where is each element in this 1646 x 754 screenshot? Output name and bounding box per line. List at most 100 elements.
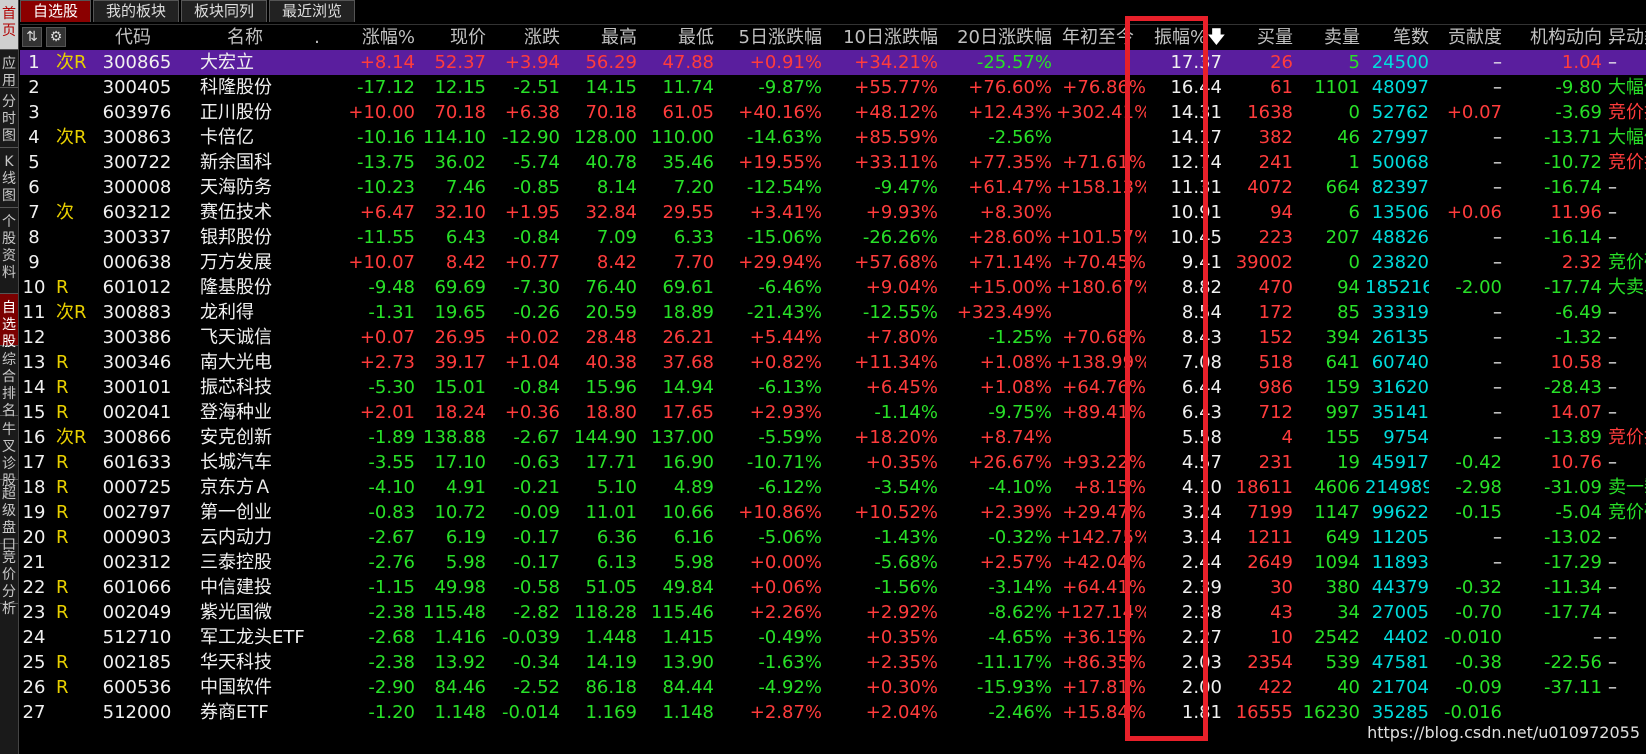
table-row[interactable]: 27 512000 券商ETF -1.20 1.148 -0.014 1.169 1.148 +… [20,700,1646,725]
cell-d10: +85.59% [854,127,938,148]
cell-deals: 33319 [1371,302,1429,323]
cell-chg: -12.90 [501,127,560,148]
cell-name: 大宏立 [200,52,254,73]
table-row[interactable]: 24 512710 军工龙头ETF -2.68 1.416 -0.039 1.448 1.41… [20,625,1646,650]
tab-self-selected[interactable]: 自选股 [20,0,92,22]
col-alert[interactable]: 异动类 [1608,25,1646,50]
left-tab-7[interactable]: 牛叉诊股 [0,416,18,489]
col-contrib[interactable]: 贡献度 [1432,25,1502,50]
cell-inst: -37.11 [1543,677,1602,698]
table-row[interactable]: 13 R 300346 南大光电 +2.73 39.17 +1.04 40.38 37.68 +0… [20,350,1646,375]
cell-d20: -0.32% [988,527,1052,548]
cell-amp: 2.27 [1181,627,1222,648]
col-change[interactable]: 涨跌 [490,25,560,50]
table-row[interactable]: 10 R 601012 隆基股份 -9.48 69.69 -7.30 76.40 69.61 -6… [20,275,1646,300]
col-price[interactable]: 现价 [420,25,486,50]
cell-deals: 47581 [1371,652,1429,673]
cell-d5: +2.87% [749,702,822,723]
col-sell-vol[interactable]: 卖量 [1298,25,1360,50]
cell-buy: 16555 [1235,702,1293,723]
left-tab-1[interactable]: 应用 [0,50,18,89]
col-amplitude[interactable]: 振幅%🡇 [1154,25,1230,50]
cell-d5: +2.26% [749,602,822,623]
cell-code: 000903 [102,527,172,548]
table-row[interactable]: 16 次R 300866 安克创新 -1.89 138.88 -2.67 144.90 137.… [20,425,1646,450]
col-high[interactable]: 最高 [565,25,637,50]
left-tab-3[interactable]: K线图 [0,148,18,208]
left-tab-0[interactable]: 首页 [0,0,18,50]
left-tab-6[interactable]: 综合排名 [0,346,18,419]
col-pct[interactable]: 涨幅% [335,25,415,50]
cell-pct: +10.07 [348,252,415,273]
col-5d[interactable]: 5日涨跌幅 [718,25,822,50]
cell-d10: -1.43% [874,527,938,548]
col-low[interactable]: 最低 [642,25,714,50]
tab-recent[interactable]: 最近浏览 [269,0,356,22]
cell-amp: 2.39 [1181,577,1222,598]
table-row[interactable]: 22 R 601066 中信建投 -1.15 49.98 -0.58 51.05 49.84 +0… [20,575,1646,600]
cell-buy: 382 [1258,127,1293,148]
col-20d[interactable]: 20日涨跌幅 [942,25,1052,50]
col-deals[interactable]: 笔数 [1365,25,1429,50]
left-tab-2[interactable]: 分时图 [0,88,18,148]
table-row[interactable]: 26 R 600536 中国软件 -2.90 84.46 -2.52 86.18 84.44 -4… [20,675,1646,700]
table-row[interactable]: 2 300405 科隆股份 -17.12 12.15 -2.51 14.15 11.74 -9.… [20,75,1646,100]
table-row[interactable]: 5 300722 新余国科 -13.75 36.02 -5.74 40.78 35.46 +19… [20,150,1646,175]
table-row[interactable]: 17 R 601633 长城汽车 -3.55 17.10 -0.63 17.71 16.90 -1… [20,450,1646,475]
cell-chg: -0.84 [513,377,560,398]
cell-no: 9 [28,252,40,273]
cell-deals: 23820 [1371,252,1429,273]
cell-code: 603976 [102,102,172,123]
left-tab-8[interactable]: 超级盘口 [0,480,18,553]
table-row[interactable]: 23 R 002049 紫光国微 -2.38 115.48 -2.82 118.28 115.4… [20,600,1646,625]
cell-flag: 次R [56,52,87,73]
cell-d20: +8.30% [979,202,1052,223]
cell-alert: 卖一黏 [1608,477,1646,498]
cell-low: 10.66 [662,502,714,523]
col-inst[interactable]: 机构动向 [1506,25,1602,50]
left-tab-9[interactable]: 竞价分析 [0,544,18,617]
cell-no: 7 [28,202,40,223]
cell-deals: 11893 [1371,552,1429,573]
table-row[interactable]: 18 R 000725 京东方Ａ -4.10 4.91 -0.21 5.10 4.89 -6.12… [20,475,1646,500]
table-row[interactable]: 25 R 002185 华天科技 -2.38 13.92 -0.34 14.19 13.90 -1… [20,650,1646,675]
table-row[interactable]: 21 002312 三泰控股 -2.76 5.98 -0.17 6.13 5.98 +0.00%… [20,550,1646,575]
table-row[interactable]: 12 300386 飞天诚信 +0.07 26.95 +0.02 28.48 26.21 +5.… [20,325,1646,350]
left-tab-5[interactable]: 自选股 [0,294,18,350]
col-name[interactable]: 名称 [195,25,295,50]
table-row[interactable]: 8 300337 银邦股份 -11.55 6.43 -0.84 7.09 6.33 -15.06… [20,225,1646,250]
cell-price: 7.46 [445,177,486,198]
left-tab-4[interactable]: 个股资料 [0,208,18,294]
table-row[interactable]: 20 R 000903 云内动力 -2.67 6.19 -0.17 6.36 6.16 -5.06… [20,525,1646,550]
col-10d[interactable]: 10日涨跌幅 [826,25,938,50]
tab-sector-peers[interactable]: 板块同列 [181,0,268,22]
tab-my-sectors[interactable]: 我的板块 [93,0,180,22]
cell-chg: +1.04 [504,352,560,373]
cell-d20: +8.74% [979,427,1052,448]
col-buy-vol[interactable]: 买量 [1235,25,1293,50]
table-row[interactable]: 7 次 603212 赛伍技术 +6.47 32.10 +1.95 32.84 29.55 +3.… [20,200,1646,225]
gear-icon[interactable]: ⚙ [46,27,66,47]
table-row[interactable]: 19 R 002797 第一创业 -0.83 10.72 -0.09 11.01 10.66 +1… [20,500,1646,525]
cell-inst: -22.56 [1543,652,1602,673]
col-ytd[interactable]: 年初至今 [1062,25,1146,50]
cell-low: 16.90 [662,452,714,473]
table-row[interactable]: 3 603976 正川股份 +10.00 70.18 +6.38 70.18 61.05 +40… [20,100,1646,125]
cell-flag [56,225,92,250]
table-row[interactable]: 6 300008 天海防务 -10.23 7.46 -0.85 8.14 7.20 -12.54… [20,175,1646,200]
cell-high: 20.59 [585,302,637,323]
cell-inst: -31.09 [1543,477,1602,498]
cell-alert: – [1608,552,1617,573]
cell-d10: +0.30% [865,677,938,698]
table-row[interactable]: 9 000638 万方发展 +10.07 8.42 +0.77 8.42 7.70 +29.94… [20,250,1646,275]
col-code[interactable]: 代码 [98,25,168,50]
table-row[interactable]: 11 次R 300883 龙利得 -1.31 19.65 -0.26 20.59 18.89 -2… [20,300,1646,325]
table-row[interactable]: 1 次R 300865 大宏立 +8.14 52.37 +3.94 56.29 47.88 +0.… [20,50,1646,75]
table-row[interactable]: 4 次R 300863 卡倍亿 -10.16 114.10 -12.90 128.00 110.… [20,125,1646,150]
table-row[interactable]: 15 R 002041 登海种业 +2.01 18.24 +0.36 18.80 17.65 +2… [20,400,1646,425]
cell-inst: -13.89 [1543,427,1602,448]
sort-icon[interactable]: ⇅ [22,27,42,47]
cell-alert: – [1608,177,1617,198]
table-row[interactable]: 14 R 300101 振芯科技 -5.30 15.01 -0.84 15.96 14.94 -6… [20,375,1646,400]
cell-pct: -2.67 [368,527,415,548]
